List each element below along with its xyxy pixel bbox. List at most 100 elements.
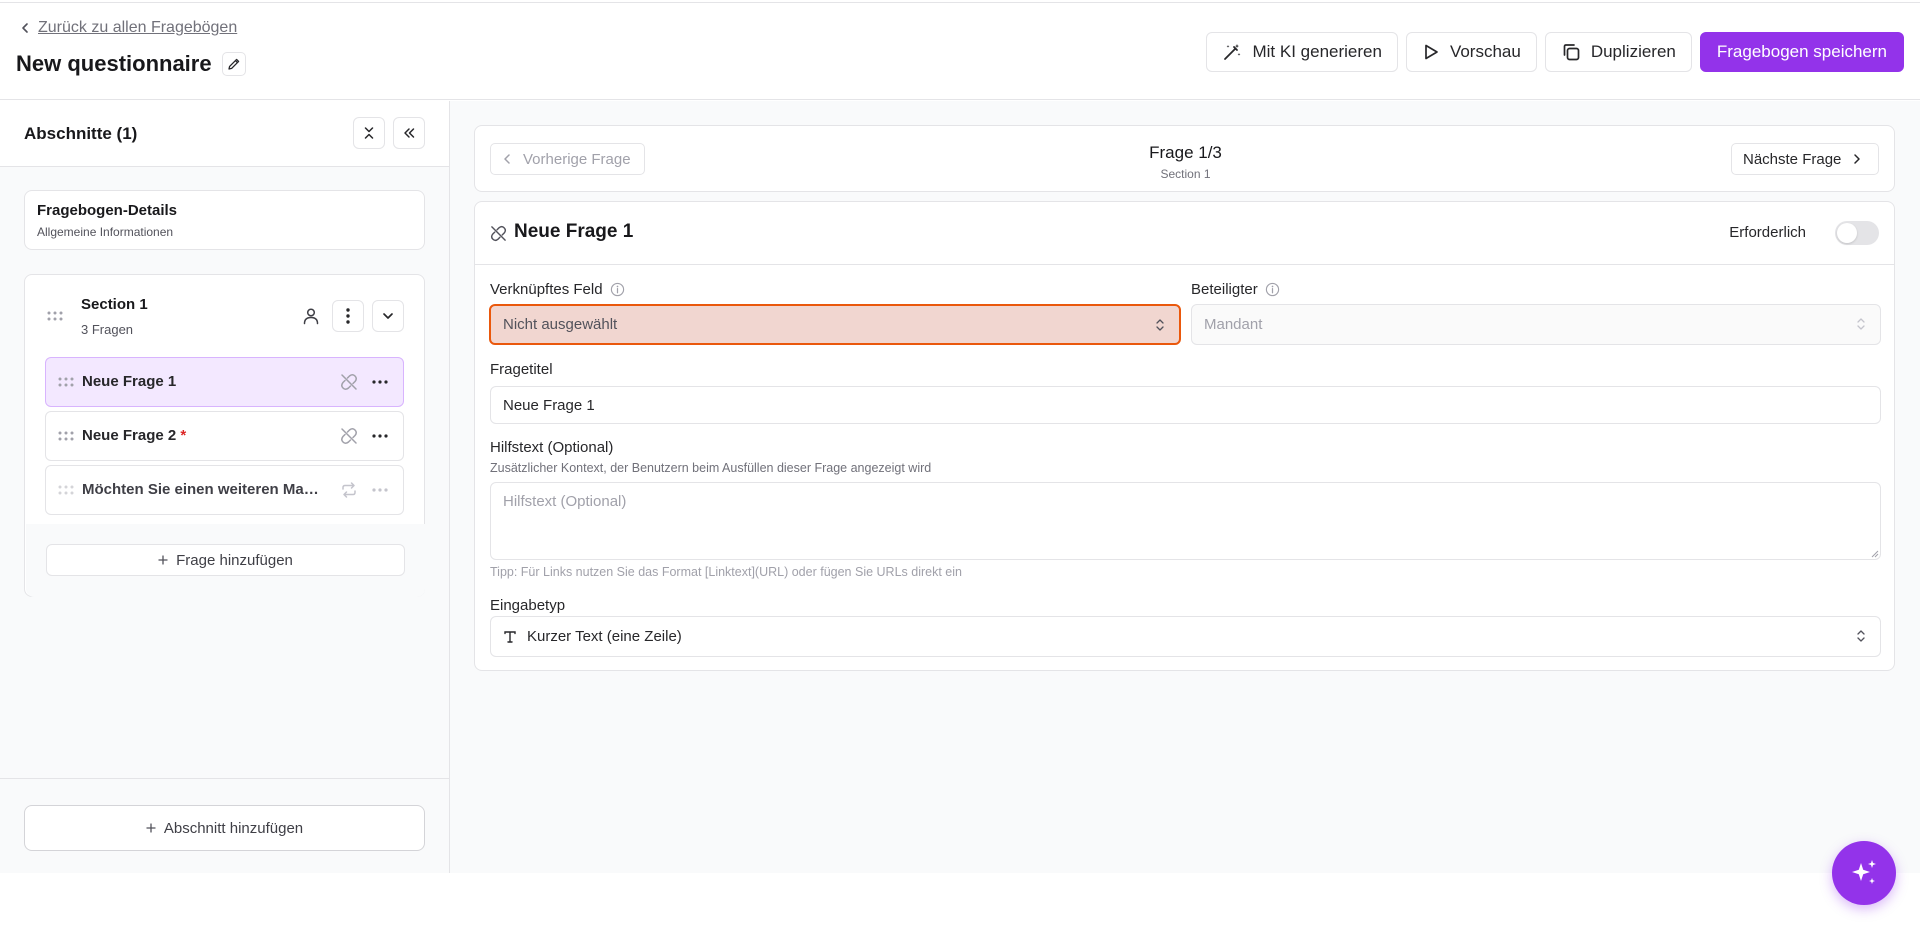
participant-select[interactable]: Mandant: [1191, 304, 1881, 345]
back-link-label: Zurück zu allen Fragebögen: [38, 19, 238, 36]
help-text-textarea[interactable]: Hilfstext (Optional): [490, 482, 1881, 560]
drag-handle-icon[interactable]: [47, 311, 63, 321]
required-asterisk: *: [180, 427, 187, 444]
chevrons-up-down-icon: [1857, 630, 1865, 642]
chevron-down-icon: [383, 313, 393, 319]
question-card-header: Neue Frage 1 Erforderlich: [475, 202, 1894, 265]
copy-icon: [1563, 44, 1580, 61]
info-icon[interactable]: [610, 282, 625, 297]
preview-button[interactable]: Vorschau: [1405, 32, 1537, 72]
help-text-label: Hilfstext (Optional): [490, 439, 614, 456]
more-horizontal-icon[interactable]: [372, 427, 388, 445]
sparkles-icon: [1852, 860, 1876, 884]
more-vertical-icon: [346, 308, 350, 324]
linked-field-value: Nicht ausgewählt: [503, 316, 618, 333]
duplicate-button[interactable]: Duplizieren: [1544, 32, 1692, 72]
ai-generate-label: Mit KI generieren: [1252, 42, 1382, 61]
section-question-count: 3 Fragen: [81, 322, 134, 337]
question-label: Neue Frage 2 *: [82, 427, 187, 444]
question-card: Neue Frage 1 Erforderlich Verknüpftes Fe…: [474, 201, 1895, 671]
drag-handle-icon[interactable]: [58, 377, 74, 387]
collapse-sidebar-button[interactable]: [393, 117, 425, 149]
question-navigation: Vorherige Frage Frage 1/3 Section 1 Näch…: [474, 125, 1895, 192]
plus-icon: [146, 823, 156, 833]
person-icon[interactable]: [302, 307, 320, 325]
linked-field-label: Verknüpftes Feld: [490, 281, 625, 298]
question-counter: Frage 1/3: [1149, 143, 1222, 162]
question-label: Neue Frage 1: [82, 373, 177, 390]
input-type-value: Kurzer Text (eine Zeile): [527, 628, 682, 645]
back-to-questionnaires-link[interactable]: Zurück zu allen Fragebögen: [20, 19, 237, 37]
title-row: New questionnaire: [16, 51, 246, 77]
resize-handle-icon[interactable]: [1870, 549, 1879, 558]
save-label: Fragebogen speichern: [1716, 42, 1887, 61]
input-type-select[interactable]: Kurzer Text (eine Zeile): [490, 616, 1881, 657]
preview-label: Vorschau: [1449, 42, 1521, 61]
participant-label: Beteiligter: [1191, 281, 1280, 298]
question-title-input[interactable]: Neue Frage 1: [490, 386, 1881, 424]
input-type-label: Eingabetyp: [490, 597, 566, 614]
info-icon[interactable]: [1265, 282, 1280, 297]
page-header: Zurück zu allen Fragebögen New questionn…: [0, 3, 1920, 100]
question-title: Neue Frage 1: [514, 221, 634, 242]
question-position: Frage 1/3 Section 1: [475, 143, 1896, 181]
add-question-label: Frage hinzufügen: [176, 551, 293, 569]
unlink-icon: [341, 428, 357, 444]
plus-icon: [158, 555, 168, 565]
sections-sidebar: Abschnitte (1) Fragebogen-Details Allgem…: [0, 101, 450, 873]
next-question-label: Nächste Frage: [1743, 150, 1842, 168]
section-name[interactable]: Section 1: [81, 296, 148, 313]
drag-handle-icon[interactable]: [58, 485, 74, 495]
question-label: Möchten Sie einen weiteren Mandanten hin…: [82, 481, 327, 498]
help-text-description: Zusätzlicher Kontext, der Benutzern beim…: [490, 461, 932, 475]
help-text-tip: Tipp: Für Links nutzen Sie das Format [L…: [490, 565, 962, 579]
details-title: Fragebogen-Details: [37, 202, 178, 219]
questionnaire-details-card[interactable]: Fragebogen-Details Allgemeine Informatio…: [24, 190, 425, 250]
text-type-icon: [504, 630, 516, 643]
participant-value: Mandant: [1204, 316, 1263, 333]
chevron-left-icon: [22, 23, 28, 33]
pencil-icon: [227, 58, 239, 70]
chevrons-left-icon: [404, 128, 415, 138]
unlink-icon: [490, 225, 507, 242]
header-actions: Mit KI generieren Vorschau Duplizieren F…: [1206, 32, 1904, 72]
sidebar-header: Abschnitte (1): [0, 101, 449, 167]
collapse-vertical-icon: [364, 127, 374, 139]
ai-generate-button[interactable]: Mit KI generieren: [1206, 32, 1398, 72]
next-question-button[interactable]: Nächste Frage: [1731, 143, 1879, 175]
question-item[interactable]: Möchten Sie einen weiteren Mandanten hin…: [45, 465, 404, 515]
details-subtitle: Allgemeine Informationen: [37, 225, 174, 239]
question-item[interactable]: Neue Frage 2 *: [45, 411, 404, 461]
repeat-icon: [342, 482, 356, 498]
chevrons-up-down-icon: [1857, 318, 1865, 330]
more-horizontal-icon[interactable]: [372, 373, 388, 391]
ai-assistant-button[interactable]: [1832, 841, 1896, 905]
magic-wand-icon: [1224, 44, 1241, 60]
section-menu-button[interactable]: [332, 300, 364, 332]
section-toggle-button[interactable]: [372, 300, 404, 332]
question-title-label: Fragetitel: [490, 361, 553, 378]
more-horizontal-icon[interactable]: [372, 481, 388, 499]
edit-title-button[interactable]: [221, 52, 246, 76]
collapse-all-button[interactable]: [353, 117, 385, 149]
linked-field-select[interactable]: Nicht ausgewählt: [489, 304, 1181, 345]
unlink-icon: [341, 374, 357, 390]
question-section-name: Section 1: [1160, 167, 1211, 181]
question-editor: Vorherige Frage Frage 1/3 Section 1 Näch…: [450, 101, 1920, 873]
add-section-button[interactable]: Abschnitt hinzufügen: [24, 805, 425, 851]
chevron-right-icon: [1854, 154, 1861, 164]
page-title: New questionnaire: [16, 51, 212, 76]
duplicate-label: Duplizieren: [1590, 42, 1676, 61]
add-section-label: Abschnitt hinzufügen: [163, 819, 304, 837]
add-question-area: Frage hinzufügen: [26, 524, 425, 597]
chevrons-up-down-icon: [1156, 319, 1164, 331]
sidebar-footer: Abschnitt hinzufügen: [0, 778, 449, 873]
drag-handle-icon[interactable]: [58, 431, 74, 441]
section-card: Section 1 3 Fragen Neue Frage 1 Neue Fra…: [24, 274, 425, 597]
required-toggle[interactable]: [1835, 221, 1879, 245]
save-questionnaire-button[interactable]: Fragebogen speichern: [1699, 32, 1904, 72]
play-icon: [1425, 44, 1438, 60]
question-item[interactable]: Neue Frage 1: [45, 357, 404, 407]
add-question-button[interactable]: Frage hinzufügen: [46, 544, 405, 576]
sections-title: Abschnitte (1): [24, 124, 138, 143]
